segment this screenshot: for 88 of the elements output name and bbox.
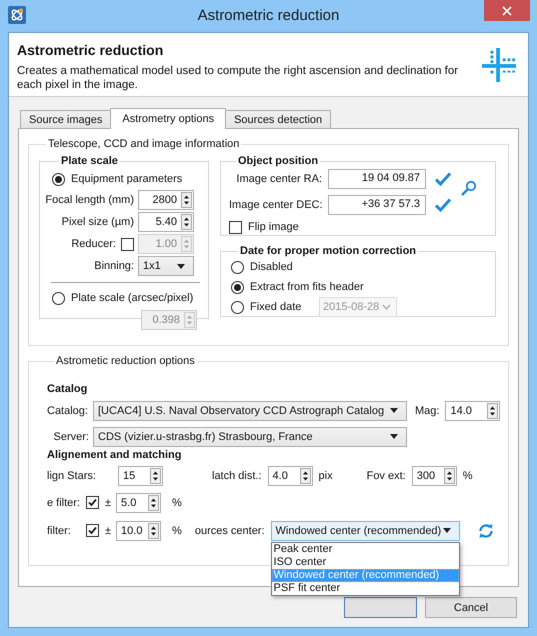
- field-label: Catalog:: [47, 404, 89, 416]
- radio-label: Fixed date: [250, 300, 302, 314]
- group-title: Date for proper motion correction: [239, 245, 418, 257]
- spin-arrows-icon: [487, 402, 498, 418]
- spin-arrows-icon: [181, 236, 192, 252]
- field-label: Focal length (mm): [44, 193, 134, 207]
- number-spinbox[interactable]: 2800: [138, 190, 194, 210]
- caret-icon: [442, 528, 451, 533]
- caret-icon: [382, 304, 391, 310]
- field-label: filter:: [47, 524, 72, 536]
- field-label: e filter:: [47, 496, 82, 508]
- radio-label: Extract from fits header: [250, 280, 364, 294]
- spin-arrows-icon: [150, 468, 161, 484]
- radio-button[interactable]: [231, 260, 244, 274]
- caret-icon: [390, 434, 398, 439]
- tab[interactable]: Sources detection: [225, 110, 332, 128]
- field-label: Image center DEC:: [229, 198, 322, 212]
- dropdown-option[interactable]: PSF fit center: [272, 582, 459, 594]
- app-icon: [8, 6, 26, 24]
- group-title: Telescope, CCD and image information: [47, 138, 240, 150]
- field-label: Fov ext:: [366, 470, 406, 482]
- plus-minus-sign: ±: [105, 524, 112, 536]
- group-title: Object position: [237, 155, 320, 167]
- dropdown[interactable]: [UCAC4] U.S. Naval Observatory CCD Astrograph Catalog: [93, 400, 407, 420]
- checkbox[interactable]: [229, 220, 242, 234]
- field-label: latch dist.:: [212, 470, 262, 482]
- caret-icon: [177, 264, 185, 268]
- checkbox[interactable]: [86, 524, 99, 537]
- unit-label: pix: [318, 470, 333, 482]
- unit-label: %: [172, 524, 182, 536]
- dropdown[interactable]: Windowed center (recommended): [270, 520, 460, 540]
- checkbox[interactable]: [86, 496, 99, 509]
- header-description: Creates a mathematical model used to compute the right ascension and declination for each pixel in the image.: [17, 64, 460, 92]
- field-label: lign Stars:: [47, 470, 97, 482]
- radio-button[interactable]: [52, 172, 65, 186]
- field-label: Pixel size (µm): [60, 215, 134, 229]
- close-button[interactable]: [484, 0, 530, 21]
- field-label: Binning:: [93, 259, 134, 273]
- caret-icon: [390, 408, 398, 413]
- dropdown[interactable]: CDS (vizier.u-strasbg.fr) Strasbourg, France: [93, 426, 407, 446]
- radio-button[interactable]: [52, 292, 65, 304]
- number-spinbox[interactable]: 4.0: [268, 466, 313, 486]
- spin-arrows-icon: [300, 468, 311, 484]
- close-icon: [502, 6, 512, 16]
- header-title: Astrometric reduction: [17, 42, 164, 58]
- field-label: Server:: [52, 430, 90, 442]
- spin-arrows-icon: [148, 494, 160, 510]
- field-label: Reducer:: [71, 237, 116, 251]
- group-title: Astrometic reduction options: [55, 355, 196, 367]
- tab[interactable]: Source images: [20, 110, 112, 128]
- unit-label: %: [462, 470, 472, 482]
- spin-arrows-icon: [444, 468, 455, 484]
- spin-arrows-icon: [181, 192, 192, 208]
- number-spinbox[interactable]: 300: [412, 466, 457, 486]
- unit-label: %: [172, 496, 182, 508]
- group-title: Plate scale: [60, 155, 119, 167]
- dropdown-option[interactable]: ISO center: [272, 556, 459, 568]
- dialog-button[interactable]: Cancel: [425, 597, 517, 618]
- number-spinbox[interactable]: 5.0: [116, 492, 162, 512]
- field-label: Image center RA:: [235, 172, 322, 186]
- radio-button[interactable]: [231, 280, 244, 294]
- field-label: Mag:: [415, 404, 440, 416]
- plus-minus-sign: ±: [105, 496, 112, 508]
- text-field[interactable]: 19 04 09.87: [328, 169, 426, 189]
- section-title: Catalog: [47, 383, 88, 395]
- refresh-icon[interactable]: [478, 522, 494, 538]
- tab[interactable]: Astrometry options: [110, 108, 226, 129]
- default-button[interactable]: [344, 597, 417, 618]
- radio-label: Equipment parameters: [71, 172, 182, 186]
- section-title: Alignement and matching: [47, 449, 182, 461]
- radio-label: Disabled: [250, 260, 293, 274]
- field-label: ources center:: [194, 524, 265, 536]
- spin-arrows-icon: [184, 312, 195, 328]
- number-spinbox[interactable]: 5.40: [138, 212, 194, 232]
- radio-label: Plate scale (arcsec/pixel): [71, 291, 194, 305]
- crosshair-icon: [482, 47, 516, 83]
- window-title: Astrometric reduction: [196, 7, 340, 24]
- search-icon[interactable]: [460, 180, 477, 196]
- text-field[interactable]: +36 37 57.3: [328, 195, 426, 215]
- radio-button[interactable]: [231, 300, 244, 314]
- number-spinbox[interactable]: 14.0: [445, 400, 500, 420]
- dropdown[interactable]: 1x1: [138, 256, 194, 276]
- number-spinbox[interactable]: 10.0: [116, 520, 162, 540]
- dropdown-option[interactable]: Peak center: [272, 542, 459, 556]
- number-spinbox[interactable]: 15: [118, 466, 163, 486]
- checkbox-label: Flip image: [248, 220, 299, 234]
- spin-arrows-icon: [181, 214, 192, 230]
- spin-arrows-icon: [148, 522, 160, 538]
